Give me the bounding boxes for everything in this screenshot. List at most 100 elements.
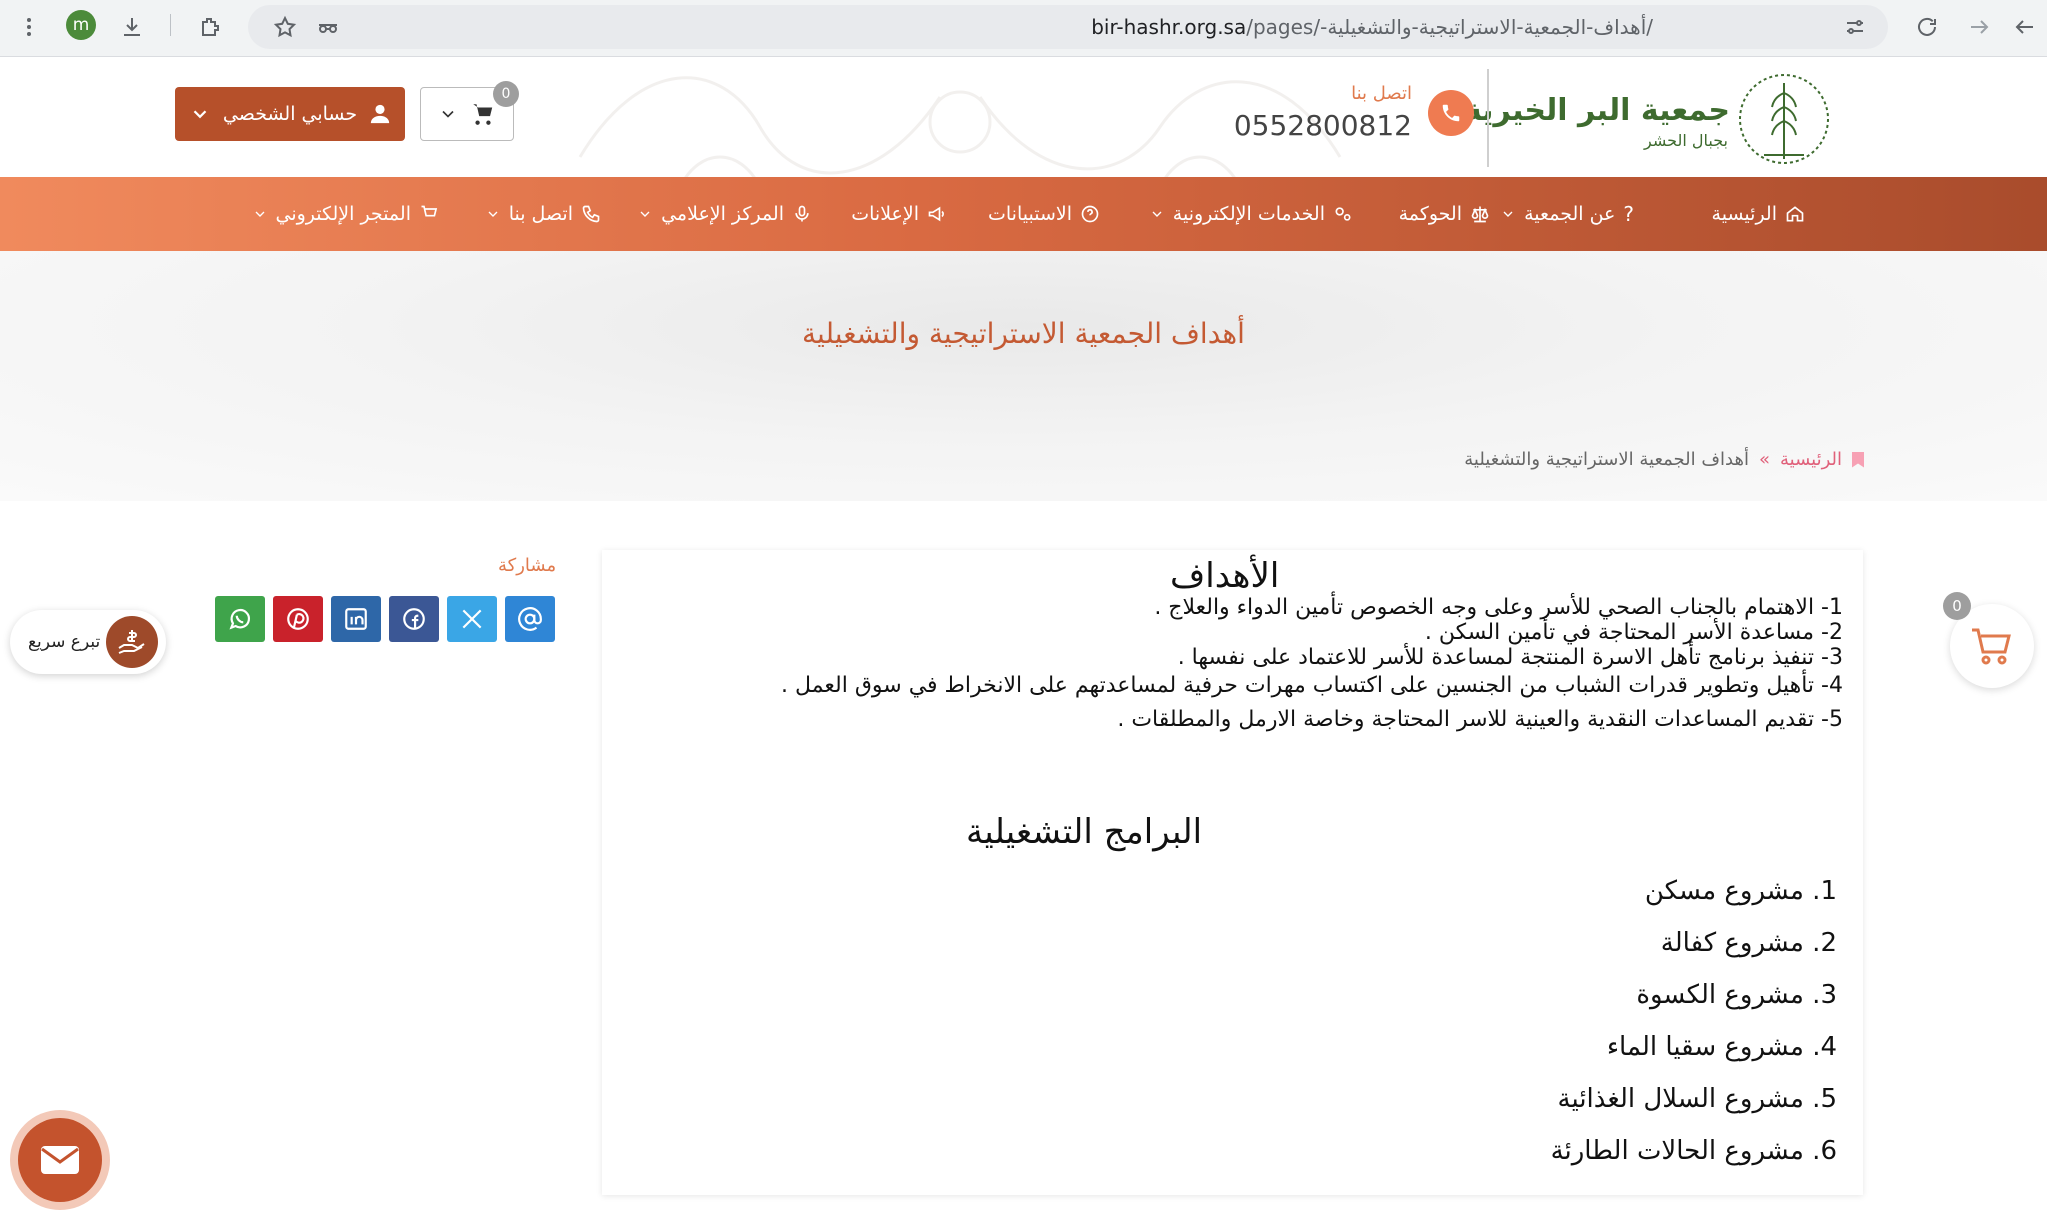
- quick-donate-label: تبرع سريع: [28, 632, 101, 652]
- wheat-emblem-icon: [1739, 74, 1829, 164]
- gears-icon: [1335, 207, 1351, 221]
- nav-item-media-center[interactable]: المركز الإعلامي: [637, 177, 812, 251]
- logo-title: جمعية البر الخيرية: [1464, 93, 1730, 128]
- nav-item-surveys[interactable]: الاستبيانات: [988, 177, 1100, 251]
- whatsapp-icon: [229, 608, 251, 630]
- quick-donate-button[interactable]: تبرع سريع: [10, 610, 166, 674]
- envelope-icon: [41, 1146, 79, 1174]
- site-settings-icon[interactable]: [1838, 10, 1872, 44]
- email-share-button[interactable]: [505, 596, 555, 642]
- whatsapp-share-button[interactable]: [215, 596, 265, 642]
- header-divider: [1487, 69, 1489, 167]
- list-item: 6. مشروع الحالات الطارئة: [1550, 1136, 1837, 1166]
- list-item: 5. مشروع السلال الغذائية: [1557, 1084, 1837, 1114]
- list-item: 3- تنفيذ برنامج تأهل الاسرة المنتجة لمسا…: [1177, 645, 1843, 670]
- list-item: 5- تقديم المساعدات النقدية والعينية للاس…: [1117, 707, 1843, 732]
- at-sign-icon: [518, 607, 542, 631]
- star-icon[interactable]: [268, 10, 302, 44]
- browser-menu-icon[interactable]: [12, 10, 46, 44]
- page-hero: أهداف الجمعية الاستراتيجية والتشغيلية ال…: [0, 251, 2047, 501]
- chevron-down-icon: [1152, 211, 1162, 217]
- list-item: 4- تأهيل وتطوير قدرات الشباب من الجنسين …: [781, 673, 1843, 698]
- list-item: 1- الاهتمام بالجناب الصحي للأسر وعلى وجه…: [1154, 595, 1843, 620]
- cart-icon: [421, 205, 438, 222]
- profile-avatar[interactable]: m: [66, 10, 96, 40]
- share-label: مشاركة: [498, 555, 557, 576]
- nav-label: الرئيسية: [1711, 203, 1777, 225]
- bookmark-icon: [1852, 451, 1864, 468]
- facebook-icon: [403, 608, 425, 630]
- nav-item-announcements[interactable]: الإعلانات: [851, 177, 947, 251]
- breadcrumb-current: أهداف الجمعية الاستراتيجية والتشغيلية: [1464, 449, 1749, 470]
- nav-label: الإعلانات: [851, 203, 919, 225]
- contact-mail-button[interactable]: [10, 1110, 110, 1210]
- programs-list: 1. مشروع مسكن 2. مشروع كفالة 3. مشروع ال…: [1551, 873, 1837, 1185]
- cart-icon: [473, 104, 493, 125]
- breadcrumb: الرئيسية » أهداف الجمعية الاستراتيجية وا…: [1464, 449, 1864, 470]
- nav-label: عن الجمعية: [1524, 203, 1616, 225]
- nav-label: الاستبيانات: [988, 203, 1072, 225]
- chevron-down-icon: [255, 211, 264, 217]
- chevron-down-icon: [193, 110, 207, 119]
- facebook-share-button[interactable]: [389, 596, 439, 642]
- list-item: 3. مشروع الكسوة: [1636, 980, 1837, 1010]
- back-icon[interactable]: [2008, 10, 2042, 44]
- site-logo[interactable]: جمعية البر الخيرية بجبال الحشر: [1464, 69, 1840, 169]
- cart-count-badge: 0: [493, 81, 519, 107]
- url-text[interactable]: bir-hashr.org.sa/pages/-أهداف-الجمعية-ال…: [1091, 15, 1653, 39]
- reload-icon[interactable]: [1910, 10, 1944, 44]
- megaphone-icon: [928, 206, 944, 222]
- nav-label: الحوكمة: [1398, 203, 1462, 225]
- goals-list: 1- الاهتمام بالجناب الصحي للأسر وعلى وجه…: [781, 595, 1843, 732]
- incognito-lens-icon[interactable]: [311, 10, 345, 44]
- microphone-icon: [795, 205, 809, 222]
- phone-icon: [582, 205, 600, 223]
- contact-phone[interactable]: 0552800812: [1234, 109, 1412, 142]
- list-item: 2- مساعدة الأسر المحتاجة في تأمين السكن …: [1424, 620, 1843, 645]
- goals-heading: الأهداف: [1170, 556, 1280, 596]
- nav-item-home[interactable]: الرئيسية: [1712, 177, 1805, 251]
- x-icon: [462, 609, 482, 629]
- mail-button-inner: [18, 1118, 102, 1202]
- chevron-down-icon: [488, 211, 498, 217]
- home-icon: [1786, 206, 1804, 222]
- floating-cart-count: 0: [1943, 592, 1971, 620]
- chevron-down-icon: [1503, 211, 1513, 217]
- nav-item-contact[interactable]: اتصل بنا: [485, 177, 601, 251]
- breadcrumb-separator: »: [1758, 449, 1770, 470]
- question-circle-icon: [1081, 205, 1099, 223]
- extensions-icon[interactable]: [193, 10, 227, 44]
- nav-item-store[interactable]: المتجر الإلكتروني: [252, 177, 440, 251]
- question-icon: ?: [1623, 202, 1634, 226]
- nav-item-about[interactable]: ? عن الجمعية: [1500, 177, 1634, 251]
- address-bar[interactable]: bir-hashr.org.sa/pages/-أهداف-الجمعية-ال…: [248, 5, 1888, 49]
- programs-heading: البرامج التشغيلية: [966, 812, 1203, 852]
- nav-label: المتجر الإلكتروني: [275, 203, 412, 225]
- cart-icon: [1972, 628, 2011, 665]
- x-share-button[interactable]: [447, 596, 497, 642]
- hand-coin-icon: [106, 616, 158, 668]
- contact-label: اتصل بنا: [1351, 83, 1412, 104]
- pinterest-share-button[interactable]: [273, 596, 323, 642]
- nav-item-governance[interactable]: الحوكمة: [1399, 177, 1490, 251]
- list-item: 1. مشروع مسكن: [1644, 876, 1837, 906]
- account-button[interactable]: حسابي الشخصي: [175, 87, 405, 141]
- site-header: جمعية البر الخيرية بجبال الحشر اتصل بنا …: [0, 57, 2047, 177]
- page-title: أهداف الجمعية الاستراتيجية والتشغيلية: [802, 317, 1245, 350]
- nav-item-eservices[interactable]: الخدمات الإلكترونية: [1149, 177, 1353, 251]
- toolbar-divider: [170, 14, 171, 36]
- logo-subtitle: بجبال الحشر: [1644, 131, 1728, 150]
- phone-icon[interactable]: [1428, 90, 1474, 136]
- main-nav: الرئيسية ? عن الجمعية الحوكمة الخدمات ال…: [0, 177, 2047, 251]
- chevron-down-icon: [442, 110, 454, 118]
- linkedin-share-button[interactable]: [331, 596, 381, 642]
- linkedin-icon: [345, 608, 367, 630]
- list-item: 4. مشروع سقيا الماء: [1606, 1032, 1837, 1062]
- forward-icon[interactable]: [1962, 10, 1996, 44]
- user-icon: [370, 104, 390, 124]
- download-icon[interactable]: [115, 10, 149, 44]
- chevron-down-icon: [640, 211, 650, 217]
- nav-label: المركز الإعلامي: [661, 203, 784, 225]
- account-label: حسابي الشخصي: [222, 103, 358, 125]
- breadcrumb-home-link[interactable]: الرئيسية: [1780, 449, 1842, 470]
